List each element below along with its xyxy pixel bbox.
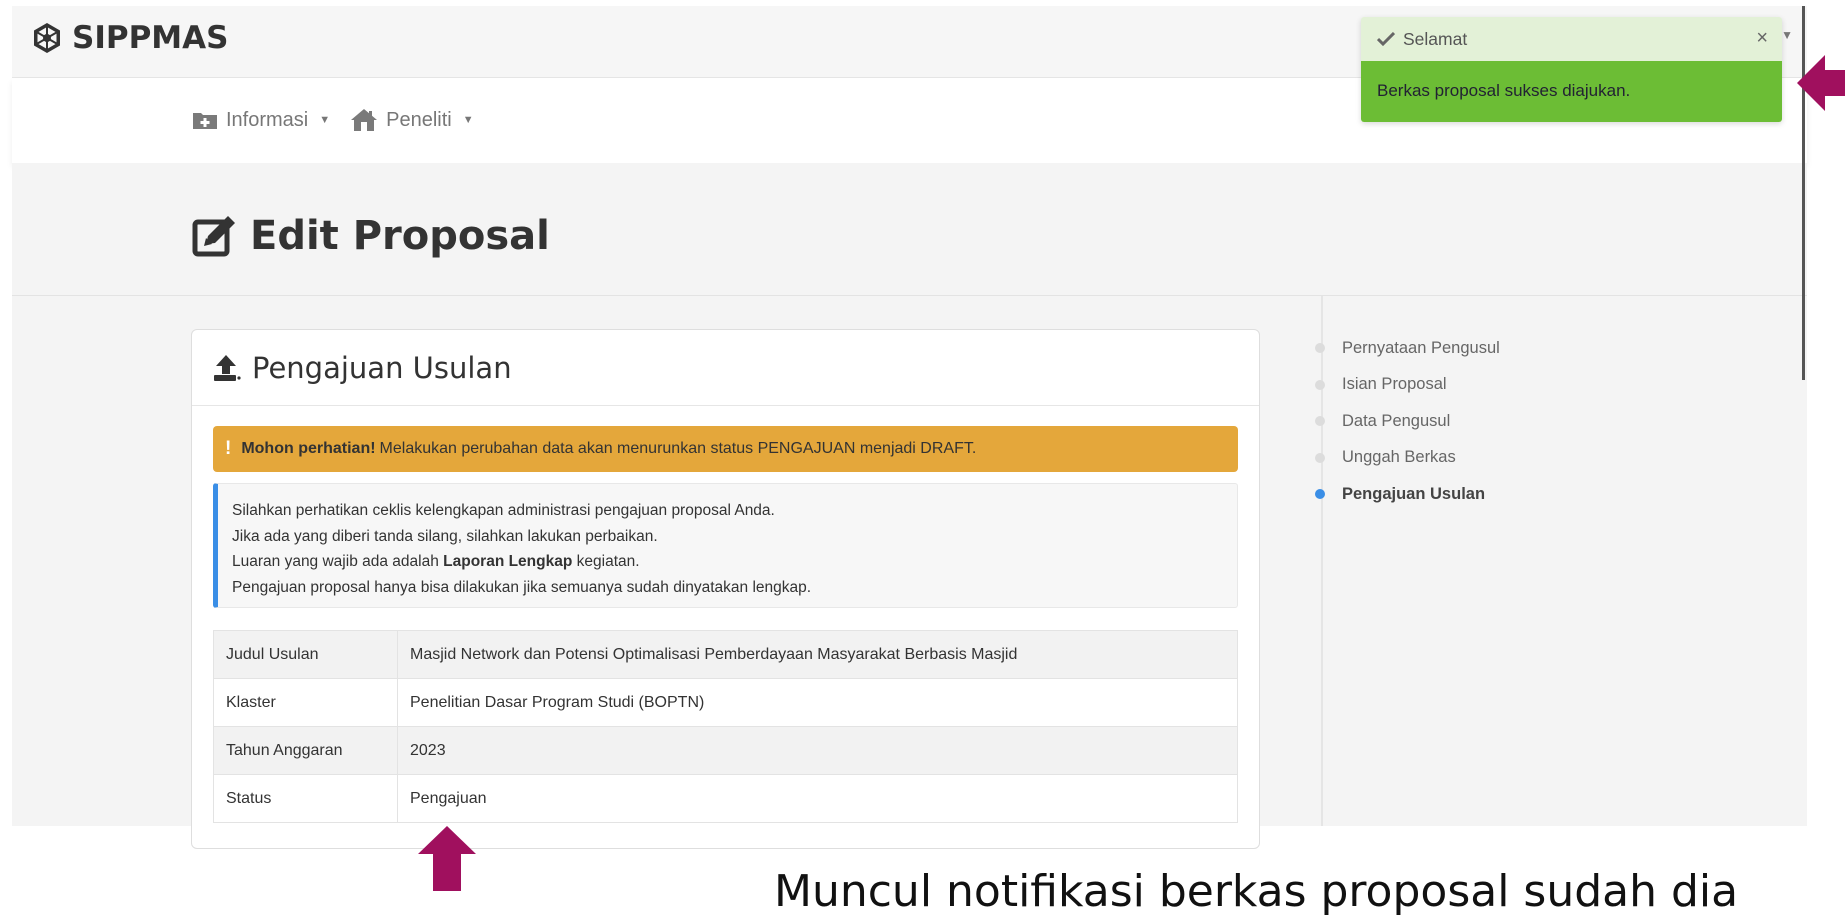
exclamation-icon: ! bbox=[225, 438, 232, 459]
warning-strong: Mohon perhatian! bbox=[241, 440, 376, 457]
row-label: Tahun Anggaran bbox=[213, 726, 398, 775]
info-text: Luaran yang wajib ada adalah bbox=[232, 553, 439, 570]
success-toast: Selamat × Berkas proposal sukses diajuka… bbox=[1361, 17, 1782, 122]
brand[interactable]: SIPPMAS bbox=[30, 20, 228, 56]
nav-menu: Informasi ▼ Peneliti ▼ bbox=[192, 108, 474, 132]
step-list: Pernyataan Pengusul Isian Proposal Data … bbox=[1315, 330, 1500, 513]
step-dot-icon bbox=[1315, 416, 1325, 427]
annotation-arrow-up-icon bbox=[418, 826, 476, 891]
info-line: Luaran yang wajib ada adalah Laporan Len… bbox=[232, 549, 1223, 575]
home-icon bbox=[351, 109, 378, 131]
sidenav-item-pengajuan-usulan[interactable]: Pengajuan Usulan bbox=[1315, 476, 1500, 513]
step-dot-icon bbox=[1315, 379, 1325, 390]
row-value: Masjid Network dan Potensi Optimalisasi … bbox=[397, 630, 1238, 679]
close-icon[interactable]: × bbox=[1756, 27, 1768, 50]
sidenav-item-isian-proposal[interactable]: Isian Proposal bbox=[1315, 367, 1500, 404]
nav-item-label: Informasi bbox=[226, 108, 309, 131]
nav-item-label: Peneliti bbox=[386, 108, 452, 131]
info-line: Jika ada yang diberi tanda silang, silah… bbox=[232, 527, 658, 545]
nav-item-peneliti[interactable]: Peneliti ▼ bbox=[350, 108, 474, 132]
card-body: ! Mohon perhatian! Melakukan perubahan d… bbox=[192, 406, 1259, 843]
brand-logo-icon bbox=[34, 23, 60, 53]
sidenav-item-label: Pernyataan Pengusul bbox=[1342, 338, 1500, 357]
info-bold: Laporan Lengkap bbox=[443, 553, 573, 570]
chevron-down-icon: ▼ bbox=[319, 114, 331, 126]
table-row: Klaster Penelitian Dasar Program Studi (… bbox=[213, 678, 1238, 727]
step-dot-icon bbox=[1315, 343, 1325, 354]
upload-icon bbox=[214, 354, 241, 381]
warning-text: Melakukan perubahan data akan menurunkan… bbox=[379, 440, 977, 457]
warning-alert: ! Mohon perhatian! Melakukan perubahan d… bbox=[213, 426, 1238, 472]
row-value: Pengajuan bbox=[397, 774, 1238, 823]
row-value: Penelitian Dasar Program Studi (BOPTN) bbox=[397, 678, 1238, 727]
user-menu-caret-icon[interactable]: ▼ bbox=[1781, 28, 1793, 42]
card-header: Pengajuan Usulan bbox=[192, 330, 1259, 406]
toast-message: Berkas proposal sukses diajukan. bbox=[1361, 61, 1782, 122]
step-dot-icon bbox=[1315, 452, 1325, 463]
sidenav-item-label: Unggah Berkas bbox=[1342, 448, 1456, 467]
table-row: Tahun Anggaran 2023 bbox=[213, 726, 1238, 775]
sidenav-item-pernyataan-pengusul[interactable]: Pernyataan Pengusul bbox=[1315, 330, 1500, 367]
page-title-text: Edit Proposal bbox=[250, 213, 550, 259]
sidenav-item-label: Data Pengusul bbox=[1342, 411, 1451, 430]
info-line: Silahkan perhatikan ceklis kelengkapan a… bbox=[232, 502, 775, 519]
annotation-caption: Muncul notifikasi berkas proposal sudah … bbox=[774, 866, 1739, 917]
nav-item-informasi[interactable]: Informasi ▼ bbox=[192, 109, 330, 132]
brand-name: SIPPMAS bbox=[72, 20, 229, 56]
row-label: Judul Usulan bbox=[213, 630, 398, 679]
step-sidenav: Pernyataan Pengusul Isian Proposal Data … bbox=[1315, 296, 1807, 826]
sidenav-item-label: Pengajuan Usulan bbox=[1342, 484, 1486, 503]
info-callout: Silahkan perhatikan ceklis kelengkapan a… bbox=[213, 483, 1238, 608]
annotation-arrow-left-icon bbox=[1797, 55, 1845, 111]
sidenav-item-label: Isian Proposal bbox=[1342, 375, 1447, 394]
step-dot-icon bbox=[1315, 489, 1325, 500]
row-label: Status bbox=[213, 774, 398, 823]
info-line: Pengajuan proposal hanya bisa dilakukan … bbox=[232, 578, 812, 596]
info-text: kegiatan. bbox=[576, 553, 640, 570]
row-label: Klaster bbox=[213, 678, 398, 727]
row-value: 2023 bbox=[397, 726, 1238, 775]
chevron-down-icon: ▼ bbox=[462, 114, 474, 126]
table-row: Judul Usulan Masjid Network dan Potensi … bbox=[213, 630, 1238, 679]
sidenav-item-unggah-berkas[interactable]: Unggah Berkas bbox=[1315, 440, 1500, 477]
card-title: Pengajuan Usulan bbox=[252, 350, 512, 385]
viewport: SIPPMAS ▼ Informasi ▼ Peneliti ▼ Edit Pr… bbox=[0, 0, 1845, 917]
page-title: Edit Proposal bbox=[192, 213, 550, 259]
check-icon bbox=[1377, 32, 1395, 46]
page-header: Edit Proposal bbox=[12, 163, 1807, 296]
toast-header: Selamat × bbox=[1361, 17, 1782, 61]
edit-icon bbox=[192, 216, 235, 257]
table-row: Status Pengajuan bbox=[213, 774, 1238, 823]
folder-plus-icon bbox=[193, 113, 217, 129]
sidenav-item-data-pengusul[interactable]: Data Pengusul bbox=[1315, 403, 1500, 440]
pengajuan-usulan-card: Pengajuan Usulan ! Mohon perhatian! Mela… bbox=[191, 329, 1260, 849]
toast-title: Selamat bbox=[1403, 28, 1468, 49]
proposal-detail-table: Judul Usulan Masjid Network dan Potensi … bbox=[213, 630, 1238, 823]
